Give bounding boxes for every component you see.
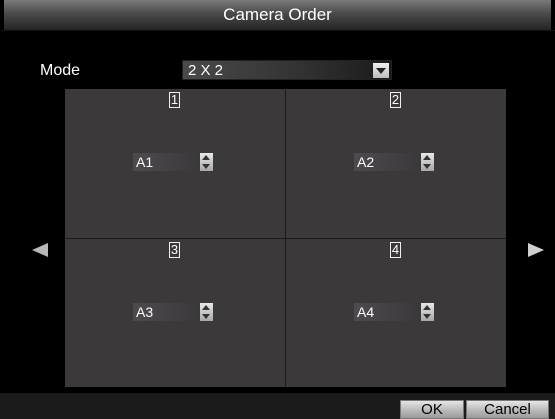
- chevron-down-icon[interactable]: [373, 63, 389, 78]
- grid-cell-2: 2 A2: [286, 89, 506, 238]
- right-arrow-icon[interactable]: [528, 243, 544, 257]
- cell-number: 3: [169, 242, 180, 258]
- arrow-up-icon[interactable]: [423, 305, 431, 310]
- mode-dropdown[interactable]: 2 X 2: [182, 60, 392, 80]
- arrow-up-icon[interactable]: [202, 305, 210, 310]
- camera-selector-value: A4: [357, 304, 375, 320]
- cell-number: 2: [390, 92, 401, 108]
- grid-cell-3: 3 A3: [65, 239, 285, 388]
- arrow-down-icon[interactable]: [202, 314, 210, 319]
- cell-number: 4: [390, 242, 401, 258]
- cell-number: 1: [169, 92, 180, 108]
- left-arrow-icon[interactable]: [32, 243, 48, 257]
- cancel-button[interactable]: Cancel: [466, 400, 549, 419]
- arrow-up-icon[interactable]: [423, 155, 431, 160]
- camera-selector-value: A1: [136, 154, 154, 170]
- arrow-up-icon[interactable]: [202, 155, 210, 160]
- arrow-down-icon[interactable]: [423, 314, 431, 319]
- spinner-buttons[interactable]: [200, 153, 213, 171]
- title-bar-edge-right: [551, 0, 555, 30]
- spinner-buttons[interactable]: [421, 153, 434, 171]
- arrow-down-icon[interactable]: [202, 164, 210, 169]
- camera-selector[interactable]: A1: [133, 153, 213, 171]
- camera-selector-value: A3: [136, 304, 154, 320]
- camera-selector[interactable]: A3: [133, 303, 213, 321]
- camera-selector[interactable]: A4: [354, 303, 434, 321]
- title-bar-edge-left: [0, 0, 4, 30]
- arrow-down-icon[interactable]: [423, 164, 431, 169]
- grid-cell-1: 1 A1: [65, 89, 285, 238]
- camera-selector[interactable]: A2: [354, 153, 434, 171]
- grid-cell-4: 4 A4: [286, 239, 506, 388]
- title-bar: Camera Order: [0, 0, 555, 31]
- mode-dropdown-value: 2 X 2: [188, 62, 224, 79]
- camera-grid: 1 A1 2 A2 3 A3 4 A4: [65, 89, 506, 387]
- ok-button[interactable]: OK: [400, 400, 464, 419]
- spinner-buttons[interactable]: [421, 303, 434, 321]
- mode-label: Mode: [40, 62, 81, 79]
- camera-selector-value: A2: [357, 154, 375, 170]
- spinner-buttons[interactable]: [200, 303, 213, 321]
- window-title: Camera Order: [223, 5, 332, 24]
